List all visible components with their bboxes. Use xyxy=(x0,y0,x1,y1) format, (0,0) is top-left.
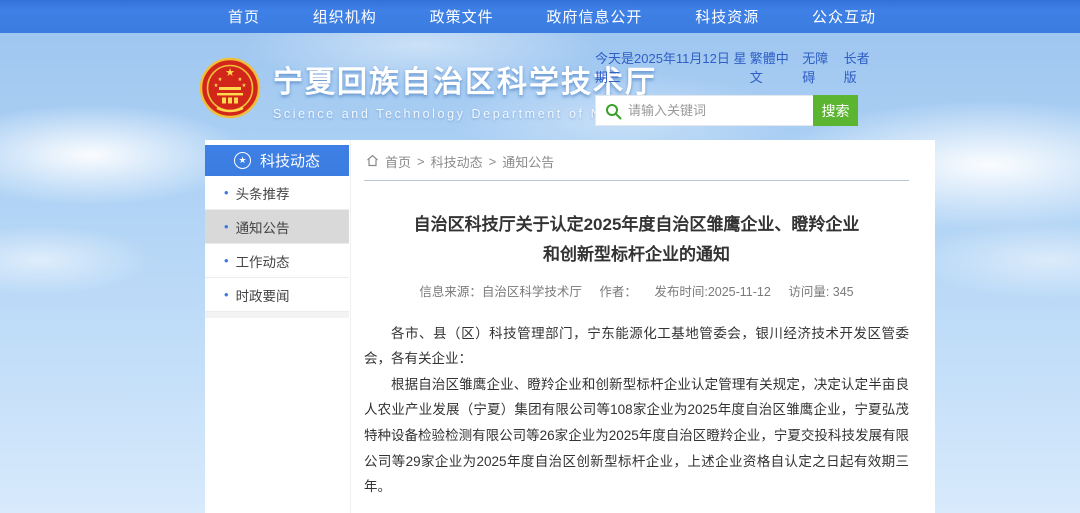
breadcrumb: 首页 > 科技动态 > 通知公告 xyxy=(364,149,909,181)
search-icon xyxy=(605,103,622,120)
svg-text:★: ★ xyxy=(242,83,247,89)
article-paragraph: 各市、县（区）科技管理部门，宁东能源化工基地管委会，银川经济技术开发区管委会，各… xyxy=(364,321,909,372)
home-icon xyxy=(366,154,379,167)
page: 首页 组织机构 政策文件 政府信息公开 科技资源 公众互动 ★ ★ ★ ★ ★ … xyxy=(0,0,1080,513)
header-right: 今天是2025年11月12日 星期三 繁體中文 无障碍 长者版 搜索 xyxy=(595,48,877,126)
breadcrumb-home[interactable]: 首页 xyxy=(385,152,411,171)
bullet-icon: • xyxy=(224,185,229,200)
breadcrumb-current[interactable]: 通知公告 xyxy=(502,152,554,171)
search-input[interactable] xyxy=(628,96,808,125)
nav-item-home[interactable]: 首页 xyxy=(228,6,260,27)
link-traditional-chinese[interactable]: 繁體中文 xyxy=(750,48,795,86)
bullet-icon: • xyxy=(224,219,229,234)
sidebar-item-headlines[interactable]: • 头条推荐 xyxy=(205,176,349,210)
meta-publish-date: 发布时间:2025-11-12 xyxy=(654,285,771,299)
bullet-icon: • xyxy=(224,287,229,302)
sidebar: ★ 科技动态 • 头条推荐 • 通知公告 • 工作动态 • 时政要闻 xyxy=(205,145,349,318)
bullet-icon: • xyxy=(224,253,229,268)
sidebar-header: ★ 科技动态 xyxy=(205,145,349,176)
meta-source: 信息来源：自治区科学技术厅 xyxy=(419,285,582,299)
main-content: 首页 > 科技动态 > 通知公告 自治区科技厅关于认定2025年度自治区雏鹰企业… xyxy=(350,140,935,513)
nav-item-interaction[interactable]: 公众互动 xyxy=(812,6,876,27)
search-button[interactable]: 搜索 xyxy=(813,95,858,126)
meta-visit-count: 访问量: 345 xyxy=(788,285,853,299)
sidebar-item-notices[interactable]: • 通知公告 xyxy=(205,210,349,244)
breadcrumb-section[interactable]: 科技动态 xyxy=(431,152,483,171)
sidebar-item-label: 时政要闻 xyxy=(236,285,290,305)
breadcrumb-separator: > xyxy=(489,154,497,169)
sidebar-menu: • 头条推荐 • 通知公告 • 工作动态 • 时政要闻 xyxy=(205,176,349,318)
site-brand: ★ ★ ★ ★ ★ 宁夏回族自治区科学技术厅 Science and Techn… xyxy=(197,56,657,122)
sidebar-item-label: 通知公告 xyxy=(236,217,290,237)
today-date-text: 今天是2025年11月12日 星期三 xyxy=(595,48,750,86)
search-bar: 搜索 xyxy=(595,95,877,126)
meta-author: 作者： xyxy=(599,285,637,299)
content-card: ★ 科技动态 • 头条推荐 • 通知公告 • 工作动态 • 时政要闻 xyxy=(205,140,935,513)
nav-item-resources[interactable]: 科技资源 xyxy=(695,6,759,27)
sidebar-item-work-trends[interactable]: • 工作动态 xyxy=(205,244,349,278)
article-paragraph: 根据自治区雏鹰企业、瞪羚企业和创新型标杆企业认定管理有关规定，决定认定半亩良人农… xyxy=(364,372,909,500)
sidebar-item-label: 头条推荐 xyxy=(236,183,290,203)
article-title-line2: 和创新型标杆企业的通知 xyxy=(364,240,909,270)
article-body: 各市、县（区）科技管理部门，宁东能源化工基地管委会，银川经济技术开发区管委会，各… xyxy=(364,321,909,500)
svg-text:★: ★ xyxy=(225,67,235,79)
star-circle-icon: ★ xyxy=(234,152,251,169)
top-navbar: 首页 组织机构 政策文件 政府信息公开 科技资源 公众互动 xyxy=(0,0,1080,33)
national-emblem-logo: ★ ★ ★ ★ ★ xyxy=(197,56,263,122)
svg-text:★: ★ xyxy=(214,83,219,89)
article-meta: 信息来源：自治区科学技术厅 作者： 发布时间:2025-11-12 访问量: 3… xyxy=(364,281,909,300)
article-title-line1: 自治区科技厅关于认定2025年度自治区雏鹰企业、瞪羚企业 xyxy=(364,210,909,240)
nav-item-policy[interactable]: 政策文件 xyxy=(430,6,494,27)
sidebar-item-politics-news[interactable]: • 时政要闻 xyxy=(205,278,349,312)
link-accessibility[interactable]: 无障碍 xyxy=(802,48,835,86)
top-nav-items: 首页 组织机构 政策文件 政府信息公开 科技资源 公众互动 xyxy=(228,0,876,33)
article-title: 自治区科技厅关于认定2025年度自治区雏鹰企业、瞪羚企业 和创新型标杆企业的通知 xyxy=(364,210,909,270)
link-elder-version[interactable]: 长者版 xyxy=(844,48,877,86)
nav-item-gov-info[interactable]: 政府信息公开 xyxy=(546,6,642,27)
nav-item-org[interactable]: 组织机构 xyxy=(313,6,377,27)
sidebar-item-label: 工作动态 xyxy=(236,251,290,271)
sidebar-title: 科技动态 xyxy=(260,150,320,171)
breadcrumb-separator: > xyxy=(417,154,425,169)
